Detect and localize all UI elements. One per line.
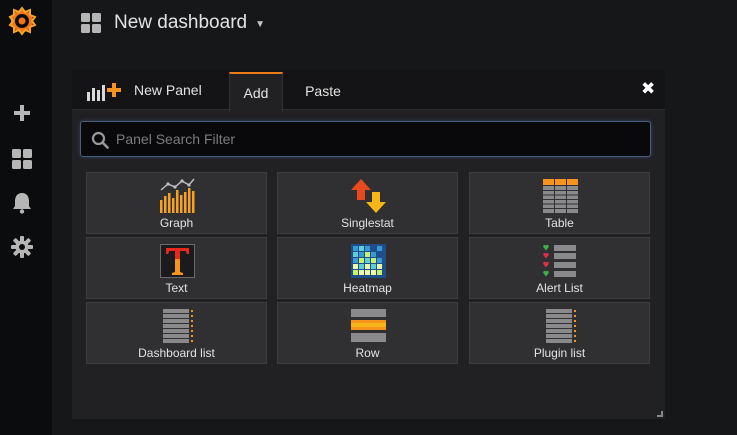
panel-type-dashboard-list[interactable]: Dashboard list: [86, 302, 267, 364]
panel-editor-title: New Panel: [134, 82, 202, 98]
panel-type-label: Heatmap: [343, 281, 392, 295]
tab-paste[interactable]: Paste: [292, 72, 354, 110]
dashboards-icon[interactable]: [8, 145, 36, 173]
panel-type-label: Dashboard list: [138, 346, 215, 360]
graph-icon: [160, 178, 195, 213]
panel-type-label: Row: [355, 346, 380, 360]
panel-type-label: Text: [165, 281, 188, 295]
dashboard-list-icon: [163, 309, 193, 343]
panel-type-label: Plugin list: [533, 346, 586, 360]
panel-type-singlestat[interactable]: Singlestat: [277, 172, 458, 234]
plus-icon[interactable]: [8, 99, 36, 127]
panel-type-text[interactable]: Text: [86, 237, 267, 299]
close-icon[interactable]: ✖: [641, 80, 655, 97]
caret-down-icon: ▼: [255, 19, 265, 30]
resize-handle[interactable]: [657, 411, 663, 417]
top-bar: New dashboard ▼: [52, 0, 737, 48]
alert-list-icon: [543, 244, 576, 277]
dashboard-grid-icon: [80, 12, 102, 34]
panel-type-alert-list[interactable]: Alert List: [469, 237, 650, 299]
panel-type-row[interactable]: Row: [277, 302, 458, 364]
panel-header: New Panel Add Paste ✖: [72, 70, 665, 112]
panel-type-label: Graph: [159, 216, 194, 230]
add-panel-editor: New Panel Add Paste ✖ Graph: [72, 70, 665, 419]
search-icon: [91, 131, 109, 149]
sidebar: [0, 0, 52, 435]
panel-type-label: Alert List: [536, 281, 583, 295]
panel-search: [80, 121, 651, 157]
grafana-logo-icon[interactable]: [8, 6, 40, 38]
panel-type-label: Singlestat: [341, 216, 394, 230]
panel-type-graph[interactable]: Graph: [86, 172, 267, 234]
dashboard-title-dropdown[interactable]: New dashboard ▼: [114, 12, 265, 34]
panel-type-label: Table: [545, 216, 574, 230]
tab-add[interactable]: Add: [229, 72, 283, 112]
panel-type-heatmap[interactable]: Heatmap: [277, 237, 458, 299]
heatmap-icon: [351, 244, 386, 278]
panel-type-plugin-list[interactable]: Plugin list: [469, 302, 650, 364]
new-panel-icon: [86, 80, 122, 102]
singlestat-icon: [351, 179, 386, 213]
text-icon: [160, 244, 195, 278]
bell-icon[interactable]: [8, 189, 36, 217]
plugin-list-icon: [546, 309, 576, 343]
dashboard-title: New dashboard: [114, 12, 248, 33]
gear-icon[interactable]: [8, 233, 36, 261]
panel-type-table[interactable]: Table: [469, 172, 650, 234]
row-icon: [351, 309, 386, 342]
table-icon: [543, 179, 578, 213]
search-input[interactable]: [116, 122, 636, 156]
